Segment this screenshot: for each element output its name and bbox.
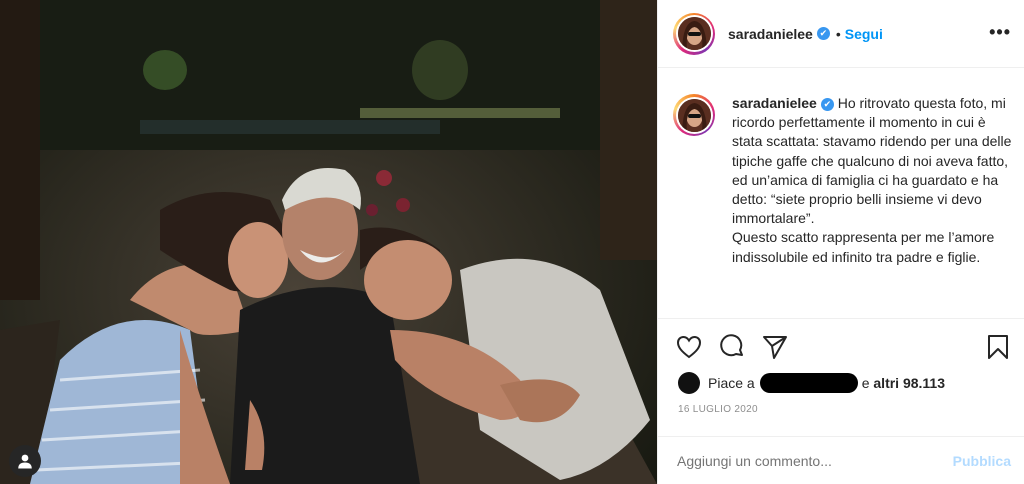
paper-plane-icon[interactable] [761,333,789,361]
post-actions [658,318,1024,376]
story-ring[interactable] [673,12,715,55]
tagged-users-button[interactable] [9,445,41,477]
likes-count-link[interactable]: altri 98.113 [873,375,945,391]
separator-dot: • [835,25,841,42]
instagram-post: saradanielee ✔ • Segui ••• saradanielee … [0,0,1024,484]
follow-button[interactable]: Segui [845,26,883,42]
liker-avatar[interactable] [678,372,700,394]
likes-and: e [861,375,870,391]
username-link[interactable]: saradanielee [728,26,813,42]
caption-username-link[interactable]: saradanielee [732,95,817,111]
caption-story-ring[interactable] [673,94,715,136]
avatar-illustration [677,17,711,50]
caption-avatar-frame [675,96,713,134]
post-header: saradanielee ✔ • Segui ••• [658,0,1024,68]
verified-badge-icon: ✔ [816,27,830,40]
caption-avatar-illustration [677,98,711,132]
caption-body: saradanielee ✔ Ho ritrovato questa foto, … [732,94,1012,267]
post-date[interactable]: 16 LUGLIO 2020 [678,404,758,415]
heart-icon[interactable] [675,333,703,361]
redacted-username [759,373,858,393]
publish-button[interactable]: Pubblica [953,453,1011,469]
comment-input[interactable] [677,452,927,469]
likes-prefix: Piace a [708,375,755,391]
more-options-icon[interactable]: ••• [989,22,1011,43]
post-caption: saradanielee ✔ Ho ritrovato questa foto, … [673,94,1018,267]
caption-paragraph: saradanielee ✔ Ho ritrovato questa foto, … [732,94,1012,267]
caption-verified-badge-icon: ✔ [820,97,834,111]
user-tag-icon [18,454,32,469]
caption-text: Ho ritrovato questa foto, mi ricordo per… [732,95,1012,265]
bookmark-icon[interactable] [984,333,1012,361]
avatar [677,17,711,50]
caption-avatar [677,98,711,132]
avatar-frame [675,15,713,52]
post-details-panel: saradanielee ✔ • Segui ••• saradanielee … [657,0,1024,484]
post-photo[interactable] [0,0,657,484]
comment-bar: Pubblica [658,436,1024,484]
photo-illustration [0,0,657,484]
comment-icon[interactable] [718,333,746,361]
likes-summary: Piace a e altri 98.113 [678,372,945,394]
